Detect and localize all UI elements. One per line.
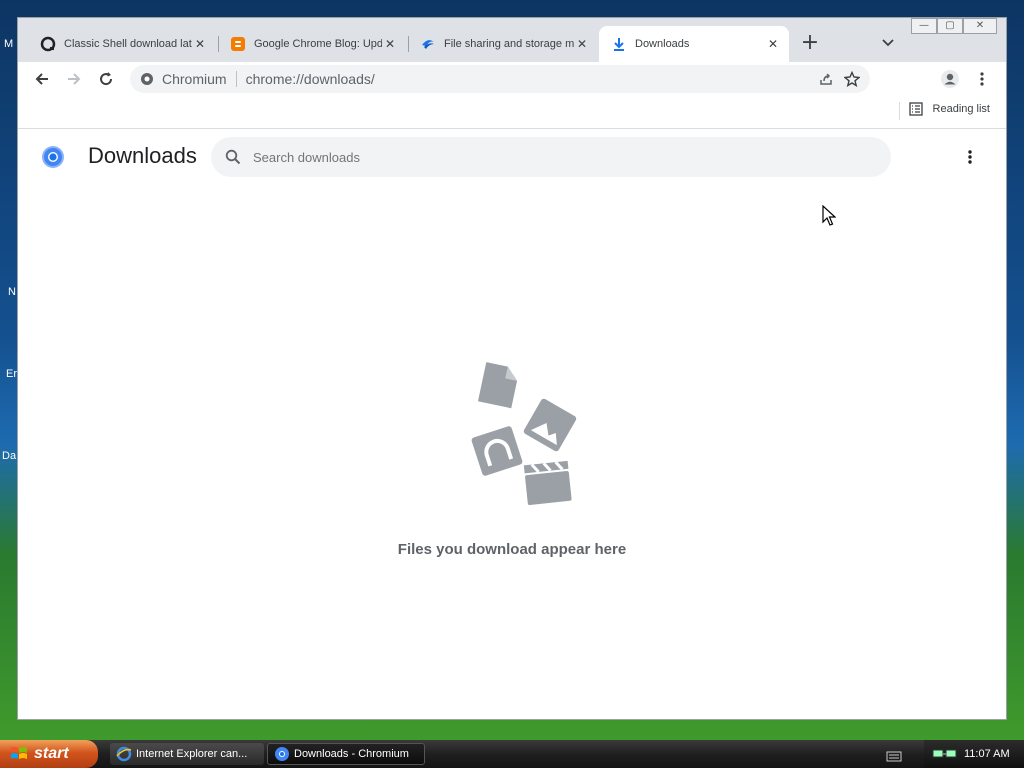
tab-downloads[interactable]: Downloads ✕ <box>599 26 789 62</box>
chevron-down-icon <box>882 39 894 47</box>
arrow-right-icon <box>68 73 81 85</box>
reading-list-label: Reading list <box>932 103 990 115</box>
omnibox-separator <box>235 71 237 87</box>
reading-list-button[interactable]: Reading list <box>908 102 990 116</box>
tab-chrome-blog[interactable]: Google Chrome Blog: Upd ✕ <box>218 26 406 62</box>
close-icon[interactable]: ✕ <box>765 36 781 52</box>
new-tab-button[interactable]: + <box>798 32 822 56</box>
browser-menu-button[interactable] <box>970 67 994 91</box>
more-vert-icon <box>968 150 972 164</box>
desktop-icon-label[interactable]: N <box>8 286 16 298</box>
reading-list-icon <box>908 102 923 116</box>
video-icon <box>523 460 572 506</box>
empty-state-message: Files you download appear here <box>397 541 627 558</box>
tab-file-sharing[interactable]: File sharing and storage m ✕ <box>408 26 598 62</box>
image-icon <box>523 398 577 452</box>
search-input[interactable] <box>251 148 855 166</box>
arrow-left-icon <box>35 73 48 85</box>
network-icon[interactable] <box>932 746 960 766</box>
empty-downloads-illustration <box>471 362 577 506</box>
tab-title: File sharing and storage m <box>444 38 574 50</box>
tab-title: Google Chrome Blog: Upd <box>254 38 382 50</box>
windows-logo-icon <box>11 747 27 759</box>
browser-window: Classic Shell download lat ✕ Google Chro… <box>17 17 1007 720</box>
tab-search-button[interactable] <box>878 32 898 56</box>
chromium-icon <box>140 72 154 86</box>
taskbar-item-internet-explorer[interactable]: Internet Explorer can... <box>110 743 264 765</box>
tab-title: Classic Shell download lat <box>64 38 192 50</box>
desktop-icon-label[interactable]: M <box>4 38 13 50</box>
share-icon[interactable] <box>818 71 834 87</box>
desktop-icon-label[interactable]: Da <box>2 450 16 462</box>
tab-title: Downloads <box>635 38 690 50</box>
bookmark-bar: Reading list <box>18 96 1006 129</box>
keyboard-icon[interactable] <box>886 747 902 766</box>
internet-explorer-icon <box>116 746 132 762</box>
profile-button[interactable] <box>938 67 962 91</box>
close-icon[interactable]: ✕ <box>382 36 398 52</box>
bookmark-separator <box>899 102 900 120</box>
site-name: Chromium <box>162 71 227 87</box>
taskbar-item-label: Downloads - Chromium <box>294 748 409 760</box>
taskbar: start Internet Explorer can... Downloads… <box>0 740 1024 768</box>
clock: 11:07 AM <box>964 748 1010 760</box>
more-vert-icon <box>980 72 984 86</box>
download-icon <box>611 36 627 52</box>
page-title: Downloads <box>88 143 197 168</box>
file-sharing-icon <box>420 36 436 52</box>
mouse-cursor-icon <box>822 205 836 226</box>
downloads-search[interactable] <box>211 137 891 177</box>
downloads-menu-button[interactable] <box>958 145 982 169</box>
back-button[interactable] <box>30 67 54 91</box>
system-tray: 11:07 AM <box>924 740 1024 768</box>
close-window-button[interactable]: ✕ <box>963 18 997 34</box>
search-icon <box>225 149 241 165</box>
reload-button[interactable] <box>94 67 118 91</box>
downloads-header: Downloads <box>18 129 1006 185</box>
close-icon[interactable]: ✕ <box>192 36 208 52</box>
avatar-icon <box>941 70 959 88</box>
start-button[interactable]: start <box>0 740 98 768</box>
start-label: start <box>34 745 69 762</box>
chromium-icon <box>274 746 290 762</box>
star-icon[interactable] <box>844 71 860 87</box>
close-icon[interactable]: ✕ <box>574 36 590 52</box>
blogger-icon <box>230 36 246 52</box>
browser-toolbar: Chromium chrome://downloads/ <box>18 62 1006 96</box>
url-text[interactable]: chrome://downloads/ <box>246 71 375 87</box>
classic-shell-icon <box>40 36 56 52</box>
tab-classic-shell[interactable]: Classic Shell download lat ✕ <box>28 26 216 62</box>
taskbar-item-label: Internet Explorer can... <box>136 748 248 760</box>
address-bar[interactable]: Chromium chrome://downloads/ <box>130 65 870 93</box>
taskbar-item-chromium[interactable]: Downloads - Chromium <box>267 743 425 765</box>
document-icon <box>477 362 518 409</box>
reload-icon <box>100 72 113 86</box>
downloads-page: Downloads Search downloads Files you dow… <box>18 129 1006 719</box>
desktop-icon-label[interactable]: Er <box>6 368 17 380</box>
chromium-logo-icon <box>41 145 65 173</box>
minimize-button[interactable]: — <box>911 18 937 34</box>
tab-strip: Classic Shell download lat ✕ Google Chro… <box>18 18 1006 62</box>
audio-icon <box>471 426 523 476</box>
maximize-button[interactable]: ▢ <box>937 18 963 34</box>
forward-button[interactable] <box>62 67 86 91</box>
